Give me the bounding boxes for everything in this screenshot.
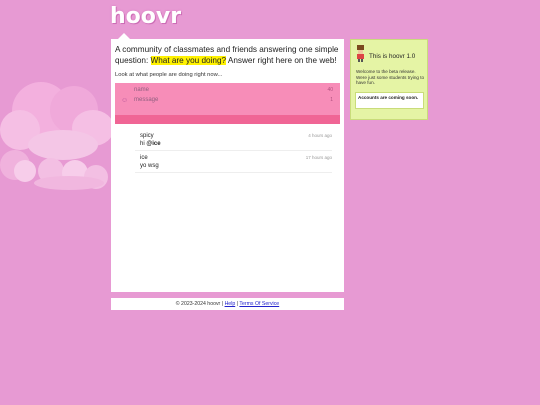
message-text: yo wsg — [140, 163, 159, 169]
smiley-icon[interactable]: ☺ — [121, 97, 128, 104]
name-counter: 40 — [327, 87, 333, 93]
hoovr-logo[interactable]: hoovr — [110, 4, 181, 29]
message-time: 4 hours ago — [308, 133, 332, 138]
main-panel: A community of classmates and friends an… — [111, 39, 344, 292]
message-item: spicy hi @ice 4 hours ago — [135, 129, 332, 151]
look-text: Look at what people are doing right now.… — [115, 72, 223, 78]
sidebar-note: Accounts are coming soon. — [355, 92, 424, 109]
message-text: hi @ice — [140, 141, 161, 147]
message-author[interactable]: spicy — [140, 133, 154, 139]
intro-after: Answer right here on the web! — [226, 55, 337, 65]
sidebar-panel: This is hoovr 1.0 Welcome to the beta re… — [350, 39, 428, 120]
submit-bar[interactable] — [115, 115, 340, 124]
sidebar-description: Welcome to the beta release. Were just s… — [356, 69, 425, 86]
message-placeholder: message — [134, 97, 159, 103]
help-link[interactable]: Help — [225, 301, 236, 307]
message-field[interactable]: ☺ message 1 — [119, 96, 336, 106]
terms-link[interactable]: Terms Of Service — [239, 301, 279, 307]
name-field[interactable]: name 40 — [119, 86, 336, 96]
message-counter: 1 — [330, 97, 333, 103]
post-form: name 40 ☺ message 1 — [115, 83, 340, 115]
intro-text: A community of classmates and friends an… — [115, 45, 340, 66]
footer-separator: | — [236, 301, 239, 307]
person-icon — [357, 45, 364, 62]
message-mention[interactable]: @ice — [146, 141, 160, 147]
message-author[interactable]: ice — [140, 155, 148, 161]
intro-highlight: What are you doing? — [150, 55, 227, 65]
message-text-prefix: yo wsg — [140, 163, 159, 169]
sidebar-title: This is hoovr 1.0 — [369, 53, 416, 60]
message-item: ice yo wsg 17 hours ago — [135, 151, 332, 173]
footer-copyright: © 2023-2024 hoovr — [175, 301, 221, 307]
name-placeholder: name — [134, 87, 150, 93]
footer: © 2023-2024 hoovr | Help | Terms Of Serv… — [111, 298, 344, 310]
footer-separator: | — [221, 301, 224, 307]
message-time: 17 hours ago — [305, 155, 332, 160]
